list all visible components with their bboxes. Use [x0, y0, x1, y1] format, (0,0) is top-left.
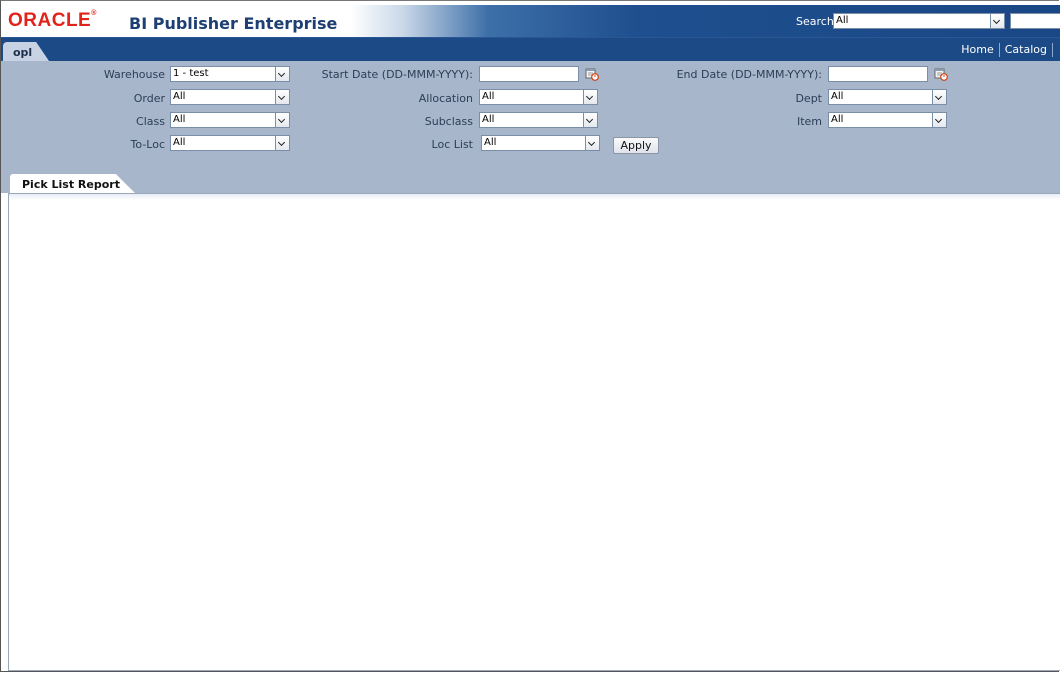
chevron-down-icon[interactable] [990, 14, 1004, 28]
warehouse-select[interactable]: 1 - test [170, 66, 290, 82]
loc-list-label: Loc List [431, 138, 473, 151]
chevron-down-icon[interactable] [275, 90, 289, 104]
search-input[interactable] [1010, 13, 1060, 29]
class-label: Class [136, 115, 165, 128]
start-date-input[interactable] [479, 66, 579, 82]
catalog-link[interactable]: Catalog [1000, 43, 1052, 57]
search-scope-select[interactable]: All [833, 13, 1005, 29]
to-loc-label: To-Loc [130, 138, 165, 151]
chevron-down-icon[interactable] [932, 90, 946, 104]
chevron-down-icon[interactable] [583, 113, 597, 127]
nav-bar: opl Home Catalog [1, 38, 1060, 61]
tab-opl[interactable]: opl [3, 42, 49, 61]
order-select[interactable]: All [170, 89, 290, 105]
chevron-down-icon[interactable] [275, 113, 289, 127]
parameter-panel: Warehouse 1 - test Order All Class All T… [1, 61, 1060, 193]
header-bar: ORACLE® BI Publisher Enterprise Search A… [1, 5, 1060, 38]
chevron-down-icon[interactable] [932, 113, 946, 127]
tab-pick-list-report[interactable]: Pick List Report [10, 174, 136, 194]
to-loc-select[interactable]: All [170, 135, 290, 151]
chevron-down-icon[interactable] [275, 67, 289, 81]
calendar-icon[interactable] [585, 67, 599, 81]
global-links: Home Catalog [956, 43, 1053, 57]
allocation-select[interactable]: All [479, 89, 598, 105]
end-date-input[interactable] [828, 66, 928, 82]
order-label: Order [133, 92, 165, 105]
home-link[interactable]: Home [956, 43, 998, 57]
chevron-down-icon[interactable] [583, 90, 597, 104]
app-title: BI Publisher Enterprise [129, 14, 338, 33]
allocation-label: Allocation [418, 92, 473, 105]
chevron-down-icon[interactable] [585, 136, 599, 150]
link-divider [1052, 43, 1053, 57]
class-select[interactable]: All [170, 112, 290, 128]
warehouse-label: Warehouse [103, 68, 165, 81]
start-date-label: Start Date (DD-MMM-YYYY): [321, 68, 473, 81]
chevron-down-icon[interactable] [275, 136, 289, 150]
item-select[interactable]: All [828, 112, 947, 128]
subclass-select[interactable]: All [479, 112, 598, 128]
search-label: Search [796, 15, 834, 28]
end-date-label: End Date (DD-MMM-YYYY): [676, 68, 822, 81]
dept-select[interactable]: All [828, 89, 947, 105]
oracle-logo: ORACLE® [8, 10, 97, 31]
item-label: Item [796, 115, 822, 128]
dept-label: Dept [795, 92, 822, 105]
loc-list-select[interactable]: All [481, 135, 600, 151]
subclass-label: Subclass [424, 115, 473, 128]
apply-button[interactable]: Apply [613, 137, 659, 154]
calendar-icon[interactable] [934, 67, 948, 81]
report-content-area [8, 193, 1060, 671]
